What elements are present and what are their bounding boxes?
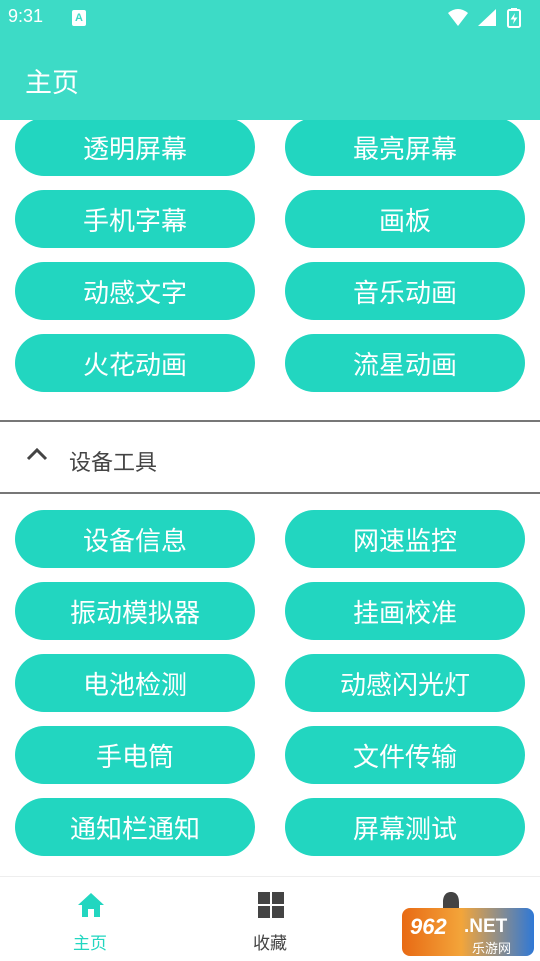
battery-charging-icon (507, 8, 521, 28)
flash-light-button[interactable]: 动感闪光灯 (285, 654, 525, 712)
meteor-animation-button[interactable]: 流星动画 (285, 334, 525, 392)
watermark-subtitle: 乐游网 (472, 942, 512, 957)
status-bar: 9:31 A (0, 0, 540, 36)
home-icon (78, 893, 104, 917)
app-bar: 主页 (0, 36, 540, 120)
notification-app-icon: A (72, 10, 86, 26)
dynamic-text-button[interactable]: 动感文字 (15, 262, 255, 320)
feature-grid: 透明屏幕 最亮屏幕 手机字幕 画板 动感文字 音乐动画 火花动画 流星动画 (15, 120, 525, 392)
watermark-domain: .NET (464, 916, 508, 937)
watermark-logo: 962 .NET 乐游网 (402, 908, 534, 957)
device-info-button[interactable]: 设备信息 (15, 510, 255, 568)
battery-test-button[interactable]: 电池检测 (15, 654, 255, 712)
section-title: 设备工具 (69, 451, 158, 476)
device-tools-grid: 设备信息 网速监控 振动模拟器 挂画校准 电池检测 动感闪光灯 手电筒 文件传输… (15, 510, 525, 856)
main-content[interactable]: 透明屏幕 最亮屏幕 手机字幕 画板 动感文字 音乐动画 火花动画 流星动画 设备… (0, 120, 540, 876)
nav-item-favorites[interactable]: 收藏 (180, 877, 360, 961)
signal-icon (478, 9, 496, 26)
vibration-simulator-button[interactable]: 振动模拟器 (15, 582, 255, 640)
picture-calibration-button[interactable]: 挂画校准 (285, 582, 525, 640)
network-speed-button[interactable]: 网速监控 (285, 510, 525, 568)
phone-caption-button[interactable]: 手机字幕 (15, 190, 255, 248)
music-animation-button[interactable]: 音乐动画 (285, 262, 525, 320)
section-divider-bottom (0, 492, 540, 494)
nav-label-favorites: 收藏 (253, 934, 287, 954)
notification-bar-button[interactable]: 通知栏通知 (15, 798, 255, 856)
nav-label-home: 主页 (73, 934, 107, 954)
status-icons (446, 7, 530, 29)
spark-animation-button[interactable]: 火花动画 (15, 334, 255, 392)
flashlight-button[interactable]: 手电筒 (15, 726, 255, 784)
screen-test-button[interactable]: 屏幕测试 (285, 798, 525, 856)
chevron-up-icon (26, 447, 48, 461)
page-title: 主页 (25, 68, 79, 99)
nav-item-home[interactable]: 主页 (0, 877, 180, 961)
watermark-number: 962 (410, 914, 447, 939)
drawing-board-button[interactable]: 画板 (285, 190, 525, 248)
device-tools-section-header[interactable]: 设备工具 (0, 422, 540, 492)
transparent-screen-button[interactable]: 透明屏幕 (15, 120, 255, 176)
wifi-icon (448, 9, 468, 26)
brightest-screen-button[interactable]: 最亮屏幕 (285, 120, 525, 176)
grid-icon (258, 892, 284, 918)
file-transfer-button[interactable]: 文件传输 (285, 726, 525, 784)
status-time: 9:31 (8, 6, 44, 26)
